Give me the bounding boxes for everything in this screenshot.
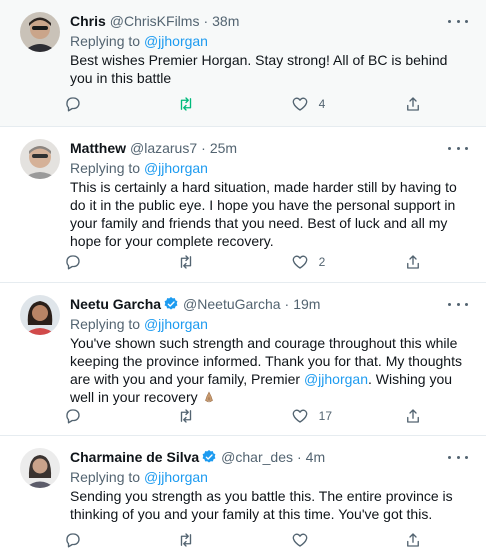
retweet-button[interactable] xyxy=(177,253,257,271)
replying-to: Replying to @jjhorgan xyxy=(70,32,470,50)
share-button[interactable] xyxy=(404,95,424,113)
tweet-text: Best wishes Premier Horgan. Stay strong!… xyxy=(70,52,448,86)
mention-link[interactable]: @jjhorgan xyxy=(144,316,208,332)
separator-dot: · xyxy=(201,140,206,156)
replying-to-label: Replying to xyxy=(70,33,144,49)
reply-button[interactable] xyxy=(64,407,144,425)
reply-button[interactable] xyxy=(64,253,144,271)
like-count: 2 xyxy=(318,255,326,269)
tweet-text: This is certainly a hard situation, made… xyxy=(70,179,457,249)
reply-feed: Chris @ChrisKFilms · 38m Replying to @jj… xyxy=(0,0,486,556)
retweet-button[interactable] xyxy=(177,407,257,425)
tweet-text: You've shown such strength and courage t… xyxy=(70,334,470,406)
avatar[interactable] xyxy=(20,448,60,488)
more-options-icon[interactable] xyxy=(448,448,468,466)
retweet-icon xyxy=(181,255,192,269)
author-handle[interactable]: @lazarus7 xyxy=(130,139,197,157)
avatar[interactable] xyxy=(20,12,60,52)
more-options-icon[interactable] xyxy=(448,139,468,157)
reply-icon xyxy=(66,409,80,424)
replying-to: Replying to @jjhorgan xyxy=(70,159,470,177)
author-handle[interactable]: @ChrisKFilms xyxy=(110,12,200,30)
tweet-text: Sending you strength as you battle this.… xyxy=(70,488,453,522)
mention-link[interactable]: @jjhorgan xyxy=(304,371,368,387)
replying-to-label: Replying to xyxy=(70,160,144,176)
tweet-actions xyxy=(64,530,424,550)
retweet-icon xyxy=(181,409,192,423)
more-options-icon[interactable] xyxy=(448,295,468,313)
avatar[interactable] xyxy=(20,295,60,335)
reply-button[interactable] xyxy=(64,531,144,549)
tweet[interactable]: Neetu Garcha @NeetuGarcha · 19m Replying… xyxy=(0,283,486,436)
praying-hands-emoji-icon xyxy=(204,391,213,403)
separator-dot: · xyxy=(203,13,209,29)
tweet-actions: 4 xyxy=(64,94,424,114)
verified-badge-icon xyxy=(202,450,216,463)
heart-icon xyxy=(292,409,308,423)
replying-to: Replying to @jjhorgan xyxy=(70,468,470,486)
reply-icon xyxy=(66,255,80,270)
share-icon xyxy=(407,255,419,269)
tweet[interactable]: Charmaine de Silva @char_des · 4m Replyi… xyxy=(0,436,486,556)
timestamp[interactable]: 19m xyxy=(293,295,320,313)
mention-link[interactable]: @jjhorgan xyxy=(144,160,208,176)
author-name[interactable]: Chris xyxy=(70,12,106,30)
replying-to: Replying to @jjhorgan xyxy=(70,315,470,333)
like-button[interactable]: 17 xyxy=(291,407,371,425)
tweet-actions: 2 xyxy=(64,252,424,272)
retweet-icon xyxy=(181,533,192,547)
retweet-button[interactable] xyxy=(177,531,257,549)
author-handle[interactable]: @char_des xyxy=(221,448,293,466)
like-count: 17 xyxy=(318,409,333,423)
heart-icon xyxy=(292,533,308,547)
like-button[interactable]: 2 xyxy=(291,253,371,271)
author-handle[interactable]: @NeetuGarcha xyxy=(183,295,280,313)
replying-to-label: Replying to xyxy=(70,469,144,485)
share-button[interactable] xyxy=(404,253,424,271)
avatar[interactable] xyxy=(20,139,60,179)
like-button[interactable] xyxy=(291,531,371,549)
share-icon xyxy=(407,409,419,423)
replying-to-label: Replying to xyxy=(70,316,144,332)
separator-dot: · xyxy=(284,296,290,312)
tweet-actions: 17 xyxy=(64,406,424,426)
timestamp[interactable]: 4m xyxy=(306,448,325,466)
timestamp[interactable]: 38m xyxy=(212,12,239,30)
more-options-icon[interactable] xyxy=(448,12,468,30)
tweet[interactable]: Chris @ChrisKFilms · 38m Replying to @jj… xyxy=(0,0,486,127)
reply-icon xyxy=(66,97,80,112)
like-button[interactable]: 4 xyxy=(291,95,371,113)
separator-dot: · xyxy=(296,449,302,465)
heart-icon xyxy=(292,97,308,111)
like-count: 4 xyxy=(318,97,326,111)
mention-link[interactable]: @jjhorgan xyxy=(144,33,208,49)
timestamp[interactable]: 25m xyxy=(210,139,237,157)
tweet[interactable]: Matthew @lazarus7 · 25m Replying to @jjh… xyxy=(0,127,486,283)
share-icon xyxy=(407,533,419,547)
share-icon xyxy=(407,97,419,111)
author-name[interactable]: Matthew xyxy=(70,139,126,157)
share-button[interactable] xyxy=(404,407,424,425)
verified-badge-icon xyxy=(164,297,178,310)
author-name[interactable]: Charmaine de Silva xyxy=(70,448,199,466)
share-button[interactable] xyxy=(404,531,424,549)
reply-icon xyxy=(66,533,80,548)
heart-icon xyxy=(292,255,308,269)
reply-button[interactable] xyxy=(64,95,144,113)
mention-link[interactable]: @jjhorgan xyxy=(144,469,208,485)
author-name[interactable]: Neetu Garcha xyxy=(70,295,161,313)
retweet-button[interactable] xyxy=(177,95,257,113)
retweet-icon xyxy=(181,97,192,111)
